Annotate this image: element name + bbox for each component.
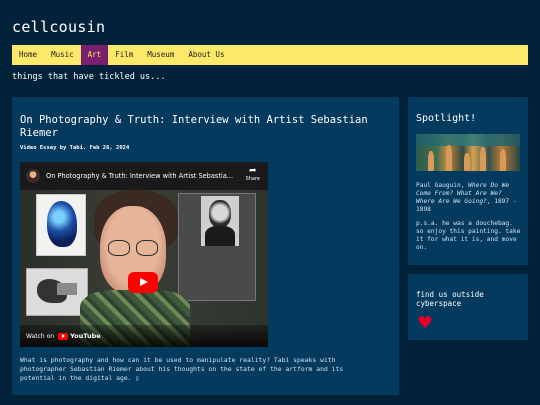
follow-card: find us outside cyberspace bbox=[408, 274, 528, 340]
nav-item-art[interactable]: Art bbox=[80, 45, 109, 65]
share-icon: ➦ bbox=[249, 166, 257, 176]
video-thumbnail[interactable] bbox=[20, 190, 268, 347]
glasses-right bbox=[136, 240, 158, 256]
youtube-logo[interactable]: YouTube bbox=[58, 332, 101, 340]
share-label: Share bbox=[245, 176, 260, 182]
watch-on-youtube-bar[interactable]: Watch on YouTube bbox=[20, 325, 268, 347]
spotlight-artist: Paul Gauguin, bbox=[416, 182, 469, 189]
spotlight-note: p.s.a. he was a douchebag. so enjoy this… bbox=[416, 220, 521, 251]
video-title[interactable]: On Photography & Truth: Interview with A… bbox=[46, 172, 236, 180]
heart-icon[interactable] bbox=[418, 315, 432, 329]
spotlight-painting[interactable] bbox=[416, 134, 520, 171]
site-tagline: things that have tickled us... bbox=[12, 72, 166, 82]
play-button[interactable] bbox=[128, 272, 158, 293]
nav-item-home[interactable]: Home bbox=[12, 45, 44, 65]
framed-portrait-artwork bbox=[178, 193, 256, 301]
spotlight-card: Spotlight! Paul Gauguin, Where Do We Com… bbox=[408, 97, 528, 265]
post-title[interactable]: On Photography & Truth: Interview with A… bbox=[20, 114, 380, 140]
youtube-embed[interactable]: On Photography & Truth: Interview with A… bbox=[20, 162, 268, 347]
main-nav: Home Music Art Film Museum About Us bbox=[12, 45, 528, 65]
share-button[interactable]: ➦ Share bbox=[246, 166, 260, 182]
channel-avatar[interactable] bbox=[26, 169, 40, 183]
youtube-icon bbox=[58, 332, 69, 340]
spotlight-caption: Paul Gauguin, Where Do We Come From? Wha… bbox=[416, 182, 522, 214]
nav-item-museum[interactable]: Museum bbox=[140, 45, 181, 65]
blue-portrait-artwork bbox=[36, 194, 86, 256]
post-meta: Video Essay by Tabi. Feb 26, 2024 bbox=[20, 145, 130, 151]
nav-item-about-us[interactable]: About Us bbox=[181, 45, 231, 65]
nav-item-music[interactable]: Music bbox=[44, 45, 81, 65]
video-title-bar: On Photography & Truth: Interview with A… bbox=[20, 162, 268, 190]
site-title[interactable]: cellcousin bbox=[12, 18, 105, 36]
spotlight-title: Spotlight! bbox=[416, 113, 477, 124]
nav-item-film[interactable]: Film bbox=[108, 45, 140, 65]
post-card: On Photography & Truth: Interview with A… bbox=[12, 97, 399, 395]
watch-on-label: Watch on bbox=[26, 332, 55, 340]
youtube-label: YouTube bbox=[70, 332, 101, 340]
follow-title: find us outside cyberspace bbox=[416, 290, 484, 308]
post-excerpt: What is photography and how can it be us… bbox=[20, 356, 344, 382]
cat-photo-artwork bbox=[26, 268, 88, 316]
glasses-left bbox=[108, 240, 130, 256]
